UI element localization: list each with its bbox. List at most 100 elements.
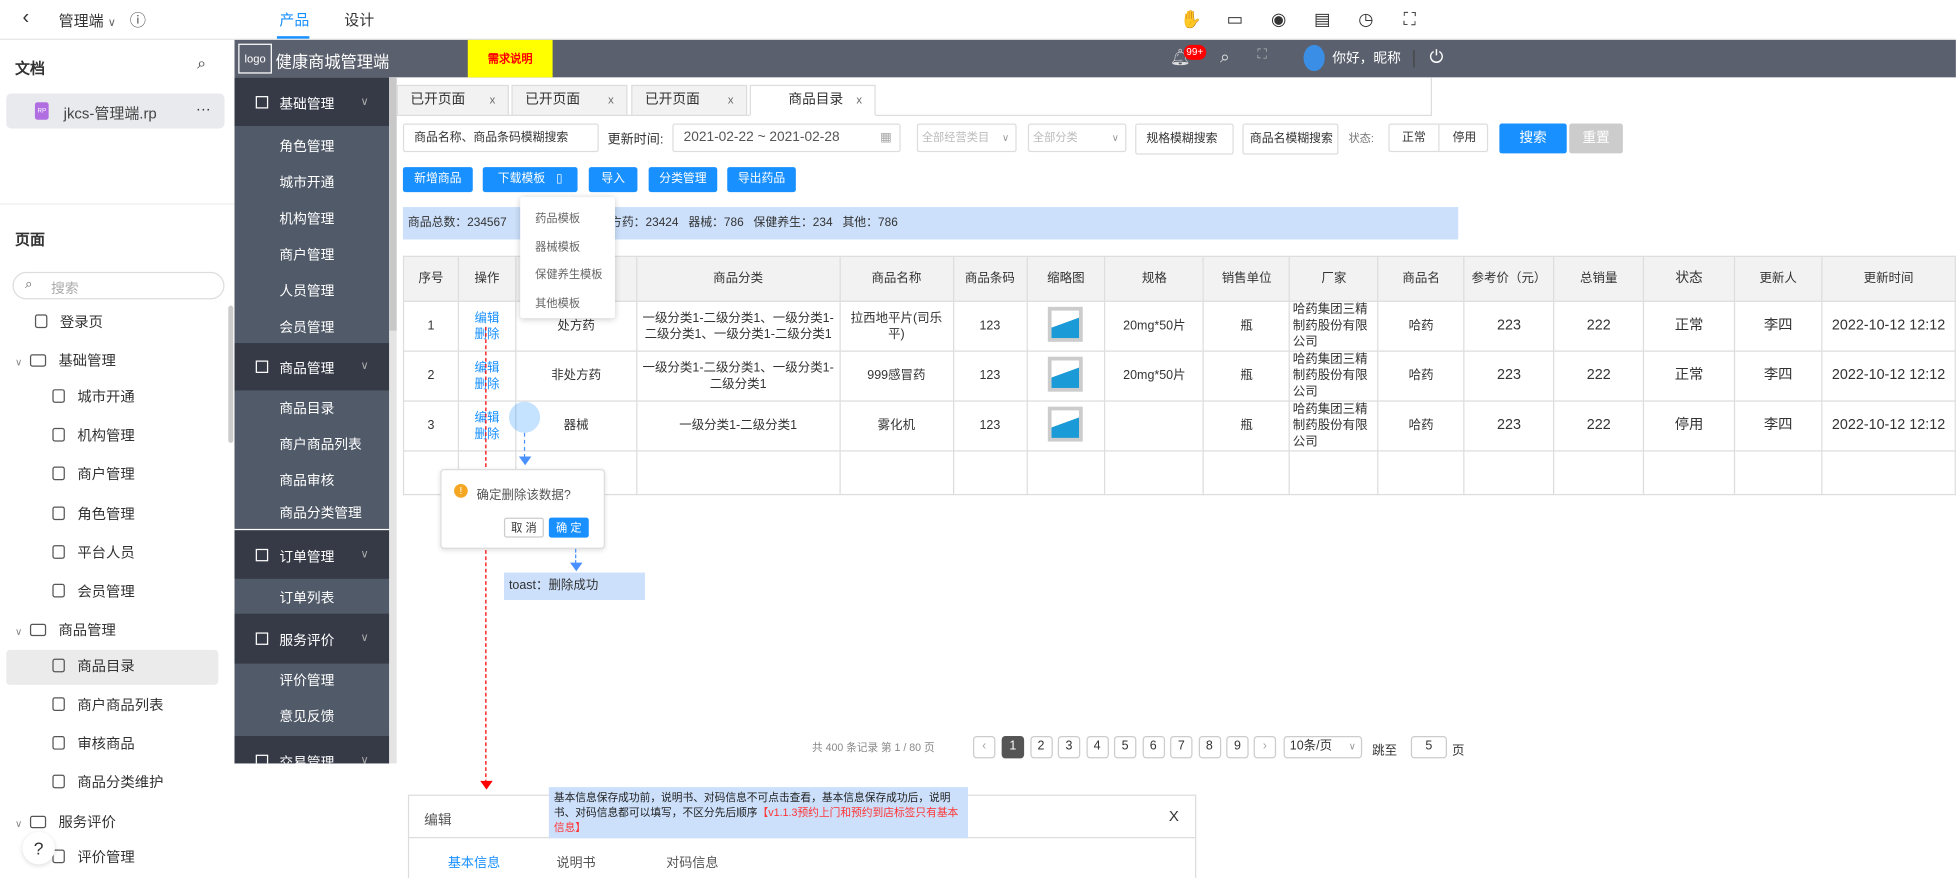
download-template-button[interactable]: 下载模板 ▯ (482, 167, 578, 193)
page-button[interactable]: 2 (1029, 735, 1053, 759)
search-icon[interactable]: ⌕ (197, 54, 206, 74)
sidebar-group[interactable]: 商品管理 ∨ (234, 343, 390, 391)
requirement-note[interactable]: 需求说明 (467, 39, 553, 78)
chevron-down-icon[interactable]: ∨ (15, 818, 22, 829)
page-tab[interactable]: 商品目录 x (749, 84, 876, 117)
sidebar-item[interactable]: 商品分类管理 (279, 503, 361, 523)
delete-link[interactable]: 删除 (475, 377, 500, 391)
eye-icon[interactable]: ◉ (1267, 7, 1289, 29)
tree-item[interactable]: 城市开通 (52, 380, 135, 415)
page-tab[interactable]: 已开页面 x (396, 84, 509, 117)
sidebar-item[interactable]: 评价管理 (279, 670, 334, 690)
tree-item[interactable]: 会员管理 (52, 575, 135, 610)
page-button[interactable]: 7 (1170, 735, 1193, 759)
tree-item[interactable]: 商品目录 (6, 649, 219, 685)
sidebar-group[interactable]: 基础管理 ∨ (234, 77, 390, 126)
back-button[interactable]: ‹ (22, 7, 29, 29)
menu-item[interactable]: 其他模板 (535, 294, 580, 310)
edit-link[interactable]: 编辑 (475, 311, 500, 325)
sidebar-item[interactable]: 订单列表 (279, 588, 334, 608)
tree-item[interactable]: 审核商品 (52, 727, 135, 762)
sidebar-group[interactable]: 服务评价 ∨ (234, 613, 390, 664)
menu-item[interactable]: 器械模板 (535, 238, 580, 254)
next-page-button[interactable]: › (1253, 735, 1277, 759)
notes-icon[interactable]: ▤ (1311, 7, 1333, 29)
tab-product[interactable]: 产品 (279, 9, 309, 30)
tab-basic-info[interactable]: 基本信息 (448, 853, 500, 872)
page-button[interactable]: 9 (1226, 735, 1249, 759)
keyword-search-input[interactable]: 商品名称、商品条码模糊搜索 (402, 123, 599, 153)
tree-item[interactable]: 评价管理 (52, 841, 135, 876)
info-icon[interactable]: ⓘ (130, 7, 146, 31)
tree-item[interactable]: 机构管理 (52, 419, 135, 454)
sidebar-item[interactable]: 商品目录 (279, 398, 334, 418)
close-icon[interactable]: x (608, 86, 614, 115)
sidebar-item[interactable]: 商品审核 (279, 470, 334, 490)
sidebar-item[interactable]: 机构管理 (279, 208, 334, 228)
fullscreen-icon[interactable]: ⛶ (1398, 7, 1420, 29)
avatar[interactable] (1303, 44, 1325, 72)
sidebar-group[interactable]: 交易管理 ∨ (234, 735, 390, 764)
page-button[interactable]: 6 (1141, 735, 1165, 759)
scrollbar-thumb[interactable] (389, 77, 397, 331)
page-button[interactable]: 4 (1085, 735, 1109, 759)
page-tab[interactable]: 已开页面 x (511, 84, 628, 117)
search-icon[interactable]: ⌕ (1220, 46, 1230, 67)
file-item[interactable]: RP jkcs-管理端.rp ··· (6, 93, 225, 129)
confirm-button[interactable]: 确 定 (548, 517, 589, 538)
date-range-picker[interactable]: 2021-02-22 ~ 2021-02-28 ▦ (672, 123, 901, 153)
tree-item[interactable]: 角色管理 (52, 498, 135, 533)
add-product-button[interactable]: 新增商品 (402, 167, 473, 193)
prev-page-button[interactable]: ‹ (972, 735, 996, 759)
sidebar-item[interactable]: 会员管理 (279, 317, 334, 337)
page-size-select[interactable]: 10条/页 ∨ (1283, 735, 1363, 759)
export-button[interactable]: 导出药品 (727, 167, 796, 193)
status-disabled[interactable]: 停用 (1439, 125, 1489, 151)
power-icon[interactable]: ⏻ (1430, 46, 1444, 67)
menu-item[interactable]: 药品模板 (535, 210, 580, 226)
category-select[interactable]: 全部分类 ∨ (1027, 123, 1127, 153)
delete-link[interactable]: 删除 (475, 427, 500, 441)
cancel-button[interactable]: 取 消 (503, 517, 544, 538)
sidebar-item[interactable]: 人员管理 (279, 281, 334, 301)
reset-button[interactable]: 重置 (1569, 123, 1623, 154)
tree-item[interactable]: 商品分类维护 (52, 766, 163, 801)
history-icon[interactable]: ◷ (1355, 7, 1377, 29)
tree-item[interactable]: ∨ 商品管理 (15, 614, 116, 649)
sidebar-item[interactable]: 商户商品列表 (279, 434, 361, 454)
page-button[interactable]: 1 (1001, 735, 1025, 759)
close-icon[interactable]: x (490, 86, 496, 115)
delete-link[interactable]: 删除 (475, 327, 500, 341)
tree-item[interactable]: 商户商品列表 (52, 689, 163, 724)
help-button[interactable]: ? (22, 832, 55, 865)
tree-item[interactable]: ∨ 基础管理 (15, 344, 116, 379)
sidebar-group[interactable]: 订单管理 ∨ (234, 530, 390, 579)
name-search-input[interactable]: 商品名模糊搜索 (1242, 123, 1339, 155)
jump-page-input[interactable]: 5 (1410, 735, 1447, 759)
chevron-down-icon[interactable]: ∨ (15, 626, 22, 637)
comment-icon[interactable]: ▭ (1224, 7, 1246, 29)
spec-search-input[interactable]: 规格模糊搜索 (1135, 123, 1234, 155)
sidebar-item[interactable]: 商户管理 (279, 244, 334, 264)
search-button[interactable]: 搜索 (1499, 123, 1567, 154)
tree-item[interactable]: 平台人员 (52, 536, 135, 571)
fullscreen-icon[interactable]: ⛶ (1257, 47, 1267, 63)
edit-link[interactable]: 编辑 (475, 411, 500, 425)
close-icon[interactable]: X (1169, 807, 1179, 824)
close-icon[interactable]: x (728, 86, 734, 115)
page-search-input[interactable]: ⌕ 搜索 (12, 271, 225, 300)
sidebar-item[interactable]: 意见反馈 (279, 706, 334, 726)
page-tab[interactable]: 已开页面 x (631, 84, 748, 117)
greeting[interactable]: 你好，昵称 (1332, 47, 1401, 67)
business-category-select[interactable]: 全部经营类目 ∨ (916, 123, 1017, 153)
scrollbar[interactable] (228, 305, 234, 443)
page-button[interactable]: 5 (1113, 735, 1137, 759)
status-normal[interactable]: 正常 (1390, 124, 1440, 151)
chevron-down-icon[interactable]: ∨ (15, 357, 22, 368)
tab-instructions[interactable]: 说明书 (556, 853, 595, 872)
category-manage-button[interactable]: 分类管理 (648, 167, 718, 193)
tab-code-matching[interactable]: 对码信息 (666, 853, 718, 872)
import-button[interactable]: 导入 (588, 167, 638, 193)
tree-item[interactable]: 登录页 (34, 306, 103, 341)
more-icon[interactable]: ··· (196, 100, 211, 117)
